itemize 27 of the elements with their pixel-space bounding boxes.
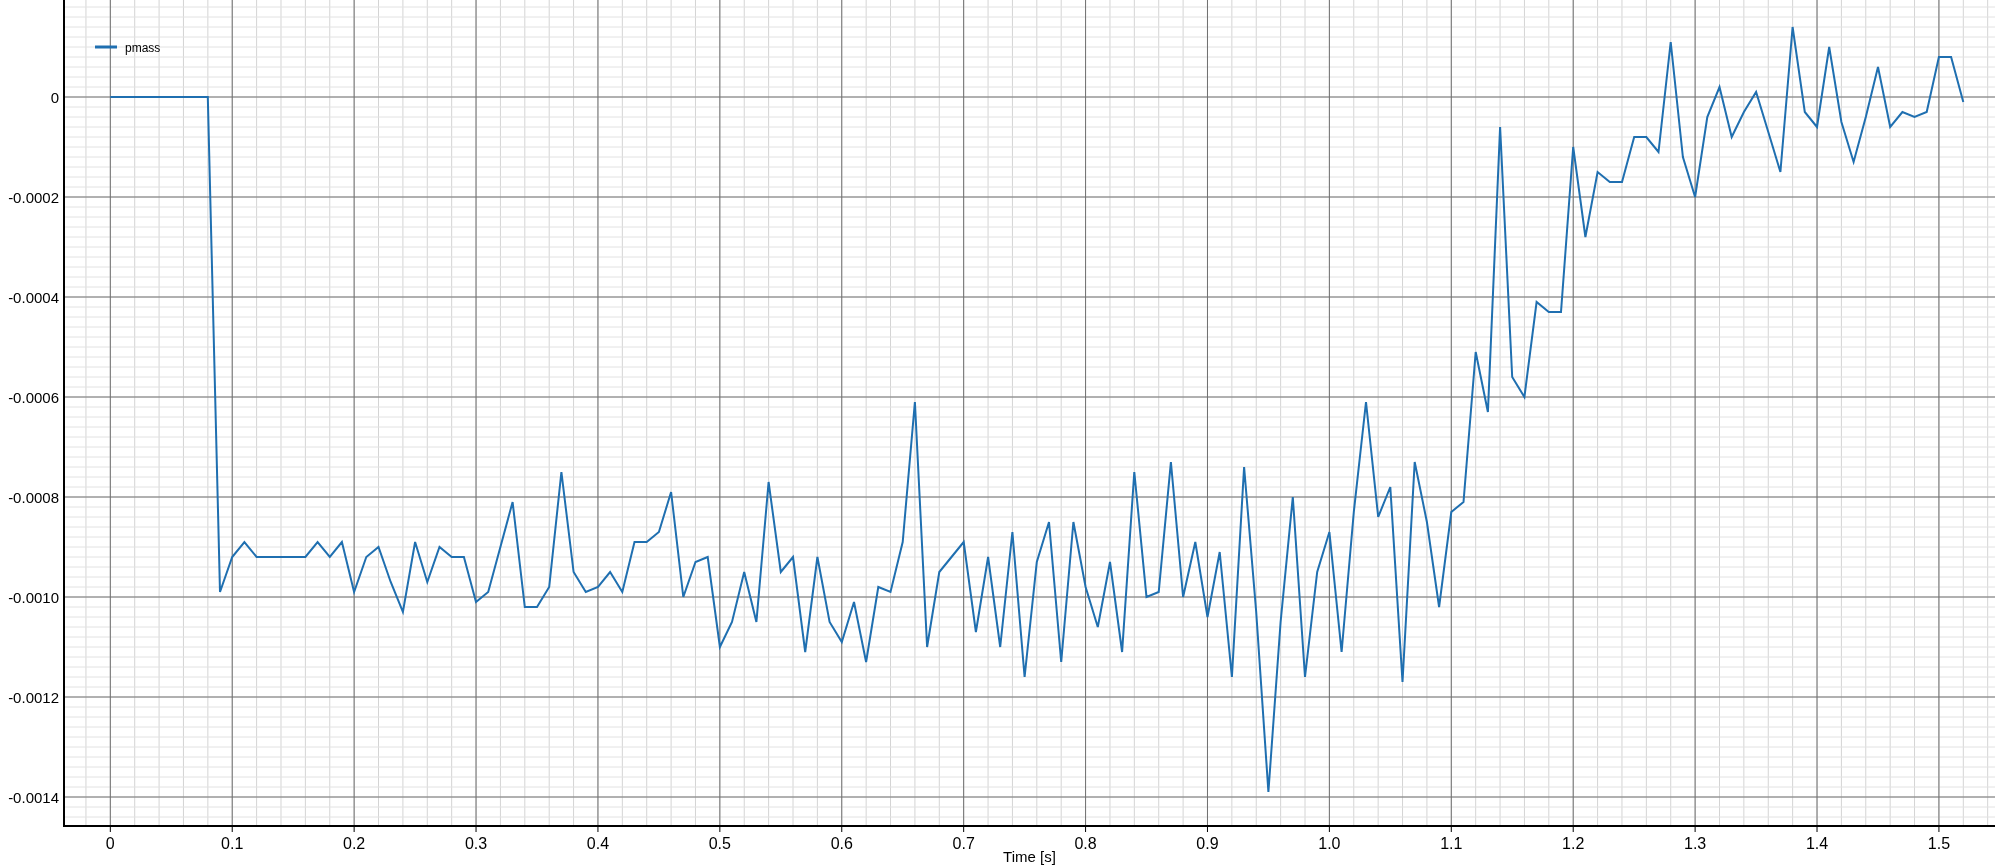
legend-label: pmass [125,41,161,55]
x-tick-label: 0.9 [1196,835,1219,852]
y-tick-label: -0.0002 [8,189,59,206]
x-tick-label: 1.1 [1440,835,1463,852]
x-tick-label: 1.4 [1805,835,1829,852]
y-tick-label: -0.0008 [8,489,59,506]
x-tick-label: 0.8 [1074,835,1097,852]
x-tick-label: 0.6 [830,835,853,852]
legend-line-icon [95,45,117,49]
x-tick-label: 0.2 [343,835,366,852]
x-tick-label: 1.5 [1927,835,1951,852]
x-tick-label: 1.0 [1318,835,1341,852]
x-tick-label: 0.3 [464,835,488,852]
x-tick-label: 1.2 [1562,835,1585,852]
y-tick-label: -0.0014 [8,789,59,806]
y-tick-label: -0.0012 [8,689,59,706]
y-tick-label: 0 [50,89,59,106]
x-tick-label: 1.3 [1684,835,1707,852]
x-tick-label: 0 [105,835,115,852]
y-tick-label: -0.0006 [8,389,59,406]
x-tick-label: 0.1 [221,835,244,852]
x-tick-label: 0.4 [586,835,610,852]
y-tick-label: -0.0004 [8,289,59,306]
y-tick-label: -0.0010 [8,589,59,606]
x-axis-label: Time [s] [1003,848,1056,865]
x-tick-label: 0.5 [708,835,731,852]
x-tick-label: 0.7 [952,835,975,852]
